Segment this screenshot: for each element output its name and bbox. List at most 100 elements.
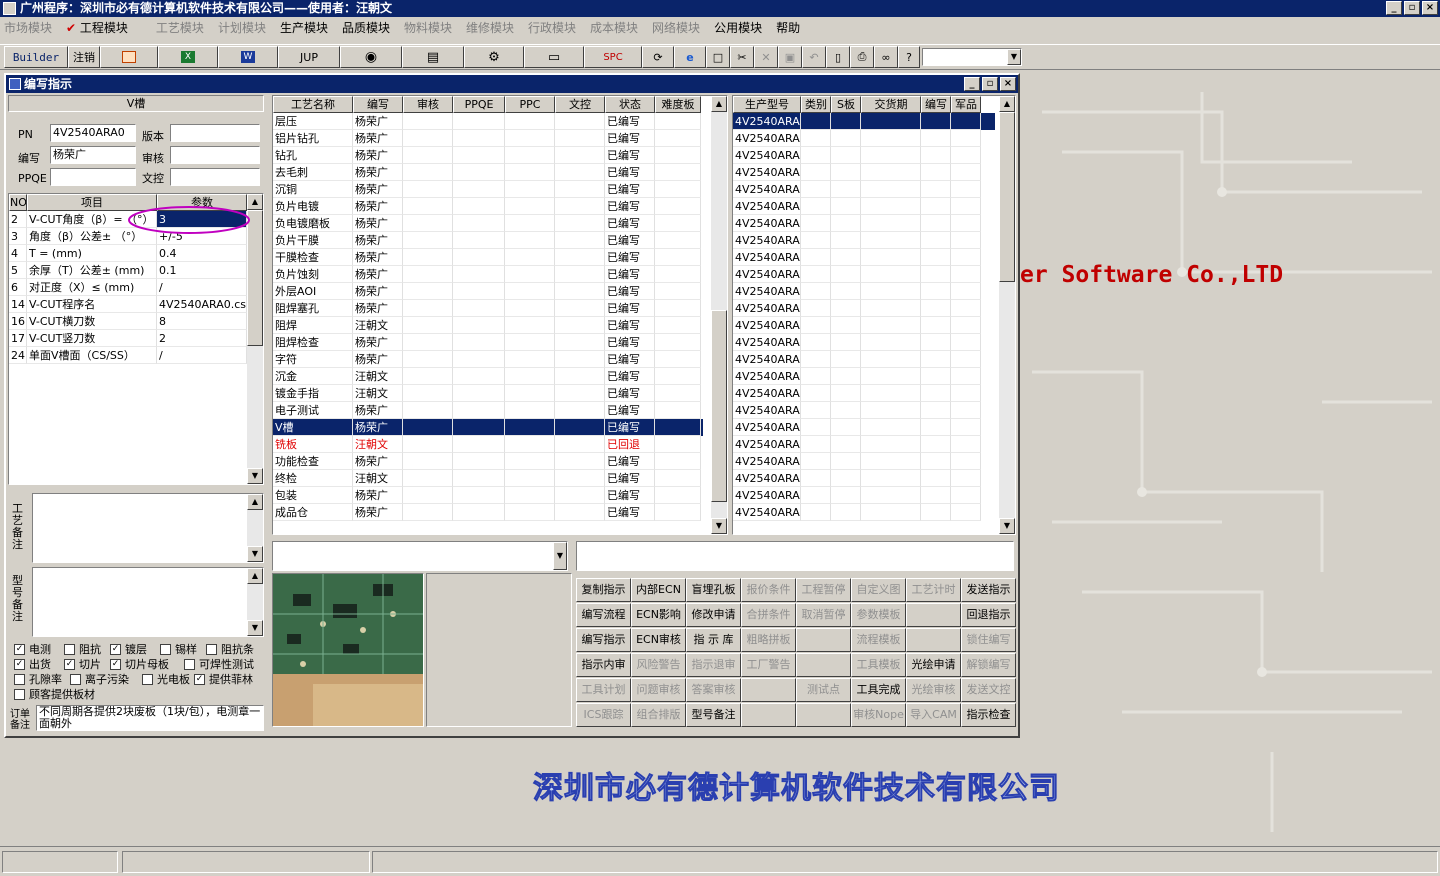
process-row[interactable]: 负片干膜 杨荣广 已编写 bbox=[273, 232, 703, 249]
action-button-0-3[interactable]: 报价条件 bbox=[741, 578, 796, 602]
model-row[interactable]: 4V2540ARA0 bbox=[733, 419, 995, 436]
action-button-2-0[interactable]: 编写指示 bbox=[576, 628, 631, 652]
process-header-2[interactable]: 审核 bbox=[403, 96, 453, 113]
checkbox-empty-icon[interactable] bbox=[14, 673, 25, 685]
maximize-button[interactable]: ▫ bbox=[1404, 1, 1420, 15]
param-value[interactable]: / bbox=[157, 279, 247, 296]
param-row[interactable]: 6 对正度（X）≤ (mm) / bbox=[9, 279, 247, 296]
model-row[interactable]: 4V2540ARA0 bbox=[733, 317, 995, 334]
process-scrollbar[interactable]: ▲ ▼ bbox=[711, 96, 727, 534]
action-button-0-2[interactable]: 盲埋孔板 bbox=[686, 578, 741, 602]
checkbox-3[interactable]: 锡样 bbox=[160, 641, 197, 657]
find-button[interactable]: ∞ bbox=[874, 46, 898, 68]
process-row[interactable]: 干膜检查 杨荣广 已编写 bbox=[273, 249, 703, 266]
checkbox-8[interactable]: 可焊性测试 bbox=[184, 656, 254, 672]
process-row[interactable]: 外层AOI 杨荣广 已编写 bbox=[273, 283, 703, 300]
model-header-1[interactable]: 类别 bbox=[801, 96, 831, 113]
close-button[interactable]: × bbox=[1422, 1, 1438, 15]
param-value[interactable]: 4V2540ARA0.csv bbox=[157, 296, 247, 313]
process-row[interactable]: 层压 杨荣广 已编写 bbox=[273, 113, 703, 130]
action-button-1-0[interactable]: 编写流程 bbox=[576, 603, 631, 627]
action-button-1-3[interactable]: 合拼条件 bbox=[741, 603, 796, 627]
order-note-field[interactable]: 不同周期各提供2块废板（1块/包），电测章一面朝外 bbox=[36, 705, 264, 731]
model-note-scrollbar[interactable]: ▲ ▼ bbox=[247, 568, 263, 636]
database-button[interactable]: ▤ bbox=[402, 46, 464, 68]
action-button-5-4[interactable] bbox=[796, 703, 851, 727]
model-row[interactable]: 4V2540ARA0 bbox=[733, 215, 995, 232]
model-row[interactable]: 4V2540ARA0 bbox=[733, 504, 995, 521]
process-row[interactable]: 沉金 汪朝文 已编写 bbox=[273, 368, 703, 385]
model-header-0[interactable]: 生产型号 bbox=[733, 96, 801, 113]
checkbox-checked-icon[interactable]: ✓ bbox=[194, 673, 205, 685]
param-value[interactable]: / bbox=[157, 347, 247, 364]
action-button-3-1[interactable]: 风险警告 bbox=[631, 653, 686, 677]
process-row[interactable]: 阻焊 汪朝文 已编写 bbox=[273, 317, 703, 334]
spc-button[interactable]: SPC bbox=[584, 46, 642, 68]
param-value[interactable]: 0.1 bbox=[157, 262, 247, 279]
action-button-2-7[interactable]: 锁住编写 bbox=[961, 628, 1016, 652]
action-button-3-6[interactable]: 光绘申请 bbox=[906, 653, 961, 677]
action-button-3-5[interactable]: 工具模板 bbox=[851, 653, 906, 677]
refresh-button[interactable]: ⟳ bbox=[642, 46, 674, 68]
ppt-button[interactable] bbox=[100, 46, 158, 68]
checkbox-empty-icon[interactable] bbox=[184, 658, 195, 670]
action-button-3-7[interactable]: 解锁编写 bbox=[961, 653, 1016, 677]
model-row[interactable]: 4V2540ARA0 bbox=[733, 232, 995, 249]
delete-button[interactable]: ✕ bbox=[754, 46, 778, 68]
mdi-maximize-button[interactable]: ▫ bbox=[982, 77, 998, 91]
model-row[interactable]: 4V2540ARA0 bbox=[733, 385, 995, 402]
checkbox-checked-icon[interactable]: ✓ bbox=[110, 658, 121, 670]
process-row[interactable]: 阻焊检查 杨荣广 已编写 bbox=[273, 334, 703, 351]
action-button-5-7[interactable]: 指示检查 bbox=[961, 703, 1016, 727]
menu-quality[interactable]: 品质模块 bbox=[342, 19, 390, 36]
process-row[interactable]: 镀金手指 汪朝文 已编写 bbox=[273, 385, 703, 402]
action-button-3-4[interactable] bbox=[796, 653, 851, 677]
process-header-5[interactable]: 文控 bbox=[555, 96, 605, 113]
author-field[interactable]: 杨荣广 bbox=[50, 146, 136, 164]
checkbox-empty-icon[interactable] bbox=[142, 673, 153, 685]
action-button-4-1[interactable]: 问题审核 bbox=[631, 678, 686, 702]
model-row[interactable]: 4V2540ARA0 bbox=[733, 487, 995, 504]
process-header-6[interactable]: 状态 bbox=[605, 96, 655, 113]
checkbox-7[interactable]: ✓ 切片母板 bbox=[110, 656, 169, 672]
mdi-close-button[interactable]: × bbox=[1000, 77, 1016, 91]
model-row[interactable]: 4V2540ARA0 bbox=[733, 130, 995, 147]
action-button-4-2[interactable]: 答案审核 bbox=[686, 678, 741, 702]
action-button-2-3[interactable]: 粗略拼板 bbox=[741, 628, 796, 652]
checkbox-13[interactable]: 顾客提供板材 bbox=[14, 686, 95, 702]
checkbox-4[interactable]: 阻抗条 bbox=[206, 641, 254, 657]
process-row[interactable]: 负电镀磨板 杨荣广 已编写 bbox=[273, 215, 703, 232]
checkbox-0[interactable]: ✓ 电测 bbox=[14, 641, 51, 657]
process-row[interactable]: 铝片钻孔 杨荣广 已编写 bbox=[273, 130, 703, 147]
model-row[interactable]: 4V2540ARA0 bbox=[733, 283, 995, 300]
help-button[interactable]: ? bbox=[898, 46, 920, 68]
model-row[interactable]: 4V2540ARA0 bbox=[733, 300, 995, 317]
model-row[interactable]: 4V2540ARA0 bbox=[733, 402, 995, 419]
mdi-minimize-button[interactable]: _ bbox=[964, 77, 980, 91]
process-note-scrollbar[interactable]: ▲ ▼ bbox=[247, 494, 263, 562]
process-header-1[interactable]: 编写 bbox=[353, 96, 403, 113]
action-button-4-5[interactable]: 工具完成 bbox=[851, 678, 906, 702]
param-value[interactable]: 8 bbox=[157, 313, 247, 330]
menu-engineering[interactable]: ✔ 工程模块 bbox=[66, 19, 142, 36]
action-button-0-7[interactable]: 发送指示 bbox=[961, 578, 1016, 602]
param-row[interactable]: 5 余厚（T）公差± (mm) 0.1 bbox=[9, 262, 247, 279]
scroll-up-icon[interactable]: ▲ bbox=[711, 96, 727, 112]
checkbox-5[interactable]: ✓ 出货 bbox=[14, 656, 51, 672]
action-button-1-4[interactable]: 取消暂停 bbox=[796, 603, 851, 627]
chevron-down-icon[interactable]: ▼ bbox=[553, 542, 567, 570]
checkbox-11[interactable]: 光电板 bbox=[142, 671, 190, 687]
process-row[interactable]: 铣板 汪朝文 已回退 bbox=[273, 436, 703, 453]
model-row[interactable]: 4V2540ARA0 bbox=[733, 113, 995, 130]
action-button-1-1[interactable]: ECN影响 bbox=[631, 603, 686, 627]
print-button[interactable]: ⎙ bbox=[850, 46, 874, 68]
menu-production[interactable]: 生产模块 bbox=[280, 19, 328, 36]
excel-button[interactable]: X bbox=[158, 46, 218, 68]
model-header-5[interactable]: 军品 bbox=[951, 96, 981, 113]
action-button-1-2[interactable]: 修改申请 bbox=[686, 603, 741, 627]
toolbar-combo[interactable]: ▼ bbox=[922, 48, 1022, 66]
save-button[interactable]: ▣ bbox=[778, 46, 802, 68]
action-button-0-6[interactable]: 工艺计时 bbox=[906, 578, 961, 602]
cut-button[interactable]: ✂ bbox=[730, 46, 754, 68]
checkbox-empty-icon[interactable] bbox=[206, 643, 217, 655]
